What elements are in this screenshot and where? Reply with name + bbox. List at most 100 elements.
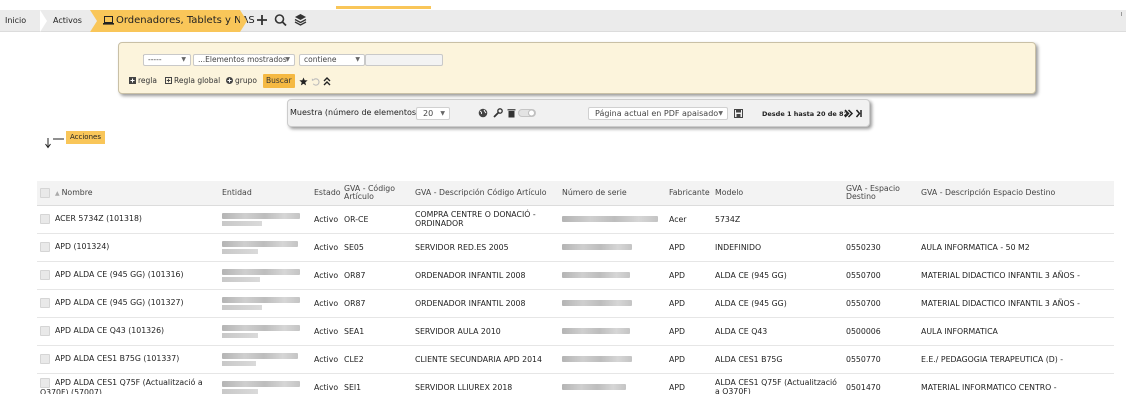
cell-entity [219,317,311,346]
row-name[interactable]: APD ALDA CES1 Q75F (Actualització a Q370… [40,378,203,394]
redacted-entity [222,360,256,366]
chevron-double-up-icon[interactable] [323,77,331,86]
row-checkbox[interactable] [40,214,50,224]
select-all-checkbox[interactable] [40,187,50,198]
row-name[interactable]: APD ALDA CES1 B75G (101337) [55,354,179,363]
plus-icon[interactable] [256,13,268,27]
column-article-code[interactable]: GVA - Código Artículo [341,181,412,206]
sample-size-select[interactable]: 20 ▼ [416,107,450,120]
cell-space-desc: MATERIAL DIDACTICO INFANTIL 3 AÑOS - [918,289,1114,318]
field-select[interactable]: ----- ▼ [143,54,191,66]
search-icon[interactable] [274,13,287,27]
cell-space [843,205,918,234]
cell-state: Activo [311,345,341,374]
row-checkbox[interactable] [40,298,50,308]
cell-space: 0550700 [843,261,918,290]
column-entity[interactable]: Entidad [219,181,311,206]
field-select-value: ----- [148,55,162,64]
sample-size-value: 20 [423,109,434,118]
cell-article-code-desc: ORDENADOR INFANTIL 2008 [412,261,559,290]
column-maker[interactable]: Fabricante [666,181,712,206]
column-space-desc[interactable]: GVA - Descripción Espacio Destino [918,181,1114,206]
sample-label: Muestra (número de elementos) [290,108,420,117]
redacted-entity [222,388,258,394]
operator-select[interactable]: contiene ▼ [299,54,365,66]
cell-name[interactable]: APD (101324) [37,233,219,262]
star-icon[interactable] [299,77,308,86]
undo-icon[interactable] [311,77,320,86]
table-row[interactable]: APD ALDA CE (945 GG) (101316) Activo OR87 O… [37,261,1114,290]
table-row[interactable]: APD (101324) Activo SE05 SERVIDOR RED.ES 20… [37,233,1114,262]
cell-article-code-desc: ORDENADOR INFANTIL 2008 [412,289,559,318]
next-page-icon[interactable] [844,109,854,118]
column-name[interactable]: ▲ Nombre [37,181,219,206]
cell-name[interactable]: APD ALDA CES1 Q75F (Actualització a Q370… [37,373,219,394]
chevron-down-icon: ▼ [181,56,186,63]
column-article-code-desc[interactable]: GVA - Descripción Código Artículo [412,181,559,206]
save-icon[interactable] [734,109,743,118]
cell-maker: APD [666,261,712,290]
table-row[interactable]: APD ALDA CES1 B75G (101337) Activo CLE2 CLI… [37,345,1114,374]
cell-space: 0550230 [843,233,918,262]
chevron-down-icon: ▼ [718,110,723,117]
export-format-select[interactable]: Página actual en PDF apaisado ▼ [588,107,728,120]
cell-state: Activo [311,205,341,234]
search-value-input[interactable] [365,54,443,66]
row-checkbox[interactable] [40,354,50,364]
column-model[interactable]: Modelo [712,181,843,206]
breadcrumb-separator [40,10,47,32]
row-name[interactable]: APD ALDA CE (945 GG) (101327) [55,298,184,307]
globe-icon[interactable] [478,108,488,118]
cell-model: ALDA CE (945 GG) [712,289,843,318]
table-row[interactable]: ACER 5734Z (101318) Activo OR-CE COMPRA CEN… [37,205,1114,234]
cell-serial [559,205,666,234]
cell-space: 0501470 [843,373,918,394]
add-rule-button[interactable]: regla [129,74,157,88]
cell-state: Activo [311,373,341,394]
chevron-down-icon: ▼ [285,56,290,63]
breadcrumb-home[interactable]: Inicio [5,10,26,32]
add-global-rule-button[interactable]: Regla global [165,74,220,88]
redacted-serial [562,272,630,278]
cell-space-desc: AULA INFORMATICA [918,317,1114,346]
row-name[interactable]: ACER 5734Z (101318) [55,214,142,223]
visible-items-select[interactable]: ...Elementos mostrados ▼ [193,54,295,66]
visible-items-select-value: ...Elementos mostrados [198,55,287,64]
cell-name[interactable]: APD ALDA CES1 B75G (101337) [37,345,219,374]
layers-icon[interactable] [294,13,307,27]
toggle-switch[interactable] [518,109,536,117]
column-state[interactable]: Estado [311,181,341,206]
column-space[interactable]: GVA - Espacio Destino [843,181,918,206]
cell-article-code: OR87 [341,261,412,290]
row-checkbox[interactable] [40,326,50,336]
last-page-icon[interactable] [856,109,862,118]
cell-name[interactable]: APD ALDA CE Q43 (101326) [37,317,219,346]
cell-name[interactable]: APD ALDA CE (945 GG) (101327) [37,289,219,318]
add-group-button[interactable]: grupo [226,74,257,88]
cell-entity [219,345,311,374]
search-button[interactable]: Buscar [263,74,295,88]
row-name[interactable]: APD ALDA CE Q43 (101326) [55,326,164,335]
cell-name[interactable]: ACER 5734Z (101318) [37,205,219,234]
row-name[interactable]: APD (101324) [55,242,109,251]
cell-space-desc: E.E./ PEDAGOGIA TERAPEUTICA (D) - [918,345,1114,374]
breadcrumb-assets[interactable]: Activos [53,10,82,32]
redacted-serial [562,300,632,306]
cell-entity [219,233,311,262]
add-group-label: grupo [235,76,257,85]
actions-button[interactable]: Acciones [66,131,105,144]
breadcrumb-current[interactable]: Ordenadores, Tablets y NAS [90,10,255,32]
cell-serial [559,317,666,346]
table-row[interactable]: APD ALDA CE (945 GG) (101327) Activo OR87 O… [37,289,1114,318]
column-serial[interactable]: Número de serie [559,181,666,206]
cell-name[interactable]: APD ALDA CE (945 GG) (101316) [37,261,219,290]
wrench-icon[interactable] [493,108,503,118]
table-row[interactable]: APD ALDA CES1 Q75F (Actualització a Q370… [37,373,1114,394]
trash-icon[interactable] [507,108,516,118]
row-checkbox[interactable] [40,377,50,388]
row-checkbox[interactable] [40,270,50,280]
redacted-entity [222,248,258,254]
row-checkbox[interactable] [40,242,50,252]
row-name[interactable]: APD ALDA CE (945 GG) (101316) [55,270,184,279]
table-row[interactable]: APD ALDA CE Q43 (101326) Activo SEA1 SERVID… [37,317,1114,346]
